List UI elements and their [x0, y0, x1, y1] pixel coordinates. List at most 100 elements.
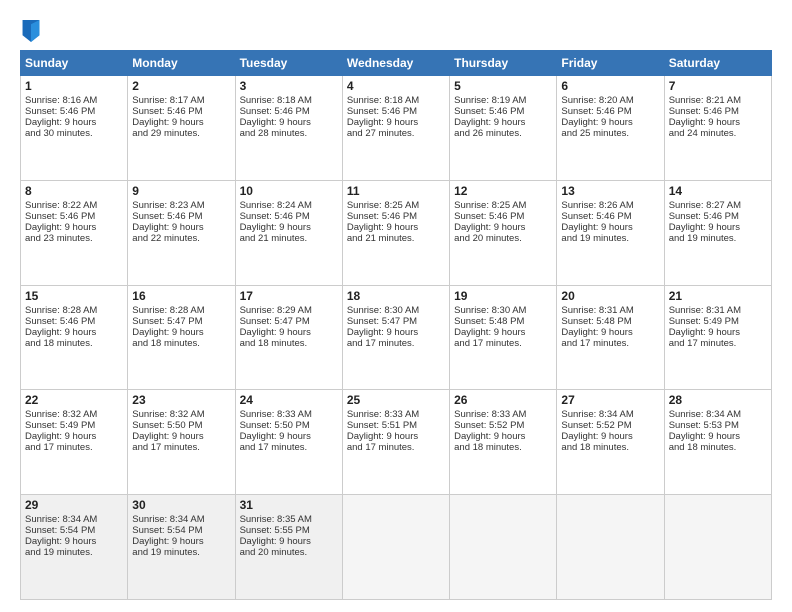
day-info: Sunrise: 8:24 AM — [240, 200, 338, 211]
day-info: Sunrise: 8:31 AM — [561, 305, 659, 316]
day-info: Daylight: 9 hours — [347, 117, 445, 128]
day-info: Daylight: 9 hours — [561, 431, 659, 442]
day-number: 26 — [454, 393, 552, 407]
day-number: 15 — [25, 289, 123, 303]
calendar-cell: 8Sunrise: 8:22 AMSunset: 5:46 PMDaylight… — [21, 180, 128, 285]
day-info: Daylight: 9 hours — [240, 536, 338, 547]
day-info: Daylight: 9 hours — [454, 327, 552, 338]
day-info: and 18 minutes. — [561, 442, 659, 453]
day-info: Sunset: 5:46 PM — [454, 106, 552, 117]
day-info: Daylight: 9 hours — [132, 327, 230, 338]
day-number: 6 — [561, 79, 659, 93]
day-number: 14 — [669, 184, 767, 198]
day-info: Sunset: 5:49 PM — [669, 316, 767, 327]
day-info: Sunrise: 8:22 AM — [25, 200, 123, 211]
day-info: and 19 minutes. — [25, 547, 123, 558]
header-cell-monday: Monday — [128, 51, 235, 76]
calendar-cell: 17Sunrise: 8:29 AMSunset: 5:47 PMDayligh… — [235, 285, 342, 390]
day-info: and 18 minutes. — [669, 442, 767, 453]
day-number: 30 — [132, 498, 230, 512]
day-info: Sunset: 5:52 PM — [561, 420, 659, 431]
day-number: 4 — [347, 79, 445, 93]
day-info: Sunrise: 8:33 AM — [347, 409, 445, 420]
day-info: Sunset: 5:52 PM — [454, 420, 552, 431]
day-info: Daylight: 9 hours — [347, 327, 445, 338]
day-info: Sunrise: 8:34 AM — [25, 514, 123, 525]
calendar-header: SundayMondayTuesdayWednesdayThursdayFrid… — [21, 51, 772, 76]
day-info: Sunrise: 8:19 AM — [454, 95, 552, 106]
calendar-week-4: 29Sunrise: 8:34 AMSunset: 5:54 PMDayligh… — [21, 495, 772, 600]
calendar-cell: 9Sunrise: 8:23 AMSunset: 5:46 PMDaylight… — [128, 180, 235, 285]
day-info: Sunrise: 8:26 AM — [561, 200, 659, 211]
calendar-cell: 21Sunrise: 8:31 AMSunset: 5:49 PMDayligh… — [664, 285, 771, 390]
day-info: Sunset: 5:50 PM — [132, 420, 230, 431]
calendar-cell: 27 Sunrise: 8:34 AMSunset: 5:52 PMDayligh… — [557, 390, 664, 495]
calendar-body: 1Sunrise: 8:16 AMSunset: 5:46 PMDaylight… — [21, 76, 772, 600]
calendar-cell: 10Sunrise: 8:24 AMSunset: 5:46 PMDayligh… — [235, 180, 342, 285]
day-info: and 26 minutes. — [454, 128, 552, 139]
day-info: and 19 minutes. — [561, 233, 659, 244]
day-info: Sunset: 5:47 PM — [240, 316, 338, 327]
day-info: and 27 minutes. — [347, 128, 445, 139]
day-number: 27 — [561, 393, 659, 407]
day-info: Sunset: 5:48 PM — [561, 316, 659, 327]
day-info: Sunrise: 8:16 AM — [25, 95, 123, 106]
day-info: Daylight: 9 hours — [132, 431, 230, 442]
calendar-cell — [664, 495, 771, 600]
day-info: and 20 minutes. — [454, 233, 552, 244]
day-info: Sunrise: 8:25 AM — [454, 200, 552, 211]
day-info: Sunset: 5:49 PM — [25, 420, 123, 431]
day-number: 28 — [669, 393, 767, 407]
day-info: Sunrise: 8:20 AM — [561, 95, 659, 106]
calendar-cell: 26Sunrise: 8:33 AMSunset: 5:52 PMDayligh… — [450, 390, 557, 495]
day-info: Sunrise: 8:34 AM — [669, 409, 767, 420]
day-number: 8 — [25, 184, 123, 198]
day-info: Sunrise: 8:34 AM — [132, 514, 230, 525]
day-number: 12 — [454, 184, 552, 198]
day-info: Sunrise: 8:28 AM — [25, 305, 123, 316]
day-info: Sunset: 5:46 PM — [25, 106, 123, 117]
day-info: and 18 minutes. — [132, 338, 230, 349]
day-number: 31 — [240, 498, 338, 512]
day-info: and 17 minutes. — [347, 338, 445, 349]
day-info: Sunrise: 8:28 AM — [132, 305, 230, 316]
day-info: Sunset: 5:55 PM — [240, 525, 338, 536]
day-number: 3 — [240, 79, 338, 93]
day-number: 7 — [669, 79, 767, 93]
day-number: 22 — [25, 393, 123, 407]
day-info: and 19 minutes. — [669, 233, 767, 244]
day-number: 19 — [454, 289, 552, 303]
day-info: Sunset: 5:48 PM — [454, 316, 552, 327]
calendar-cell: 23Sunrise: 8:32 AMSunset: 5:50 PMDayligh… — [128, 390, 235, 495]
day-info: Sunrise: 8:34 AM — [561, 409, 659, 420]
day-info: Sunset: 5:46 PM — [132, 211, 230, 222]
calendar-cell: 20Sunrise: 8:31 AMSunset: 5:48 PMDayligh… — [557, 285, 664, 390]
header-row: SundayMondayTuesdayWednesdayThursdayFrid… — [21, 51, 772, 76]
day-info: Daylight: 9 hours — [669, 222, 767, 233]
header-cell-wednesday: Wednesday — [342, 51, 449, 76]
day-number: 5 — [454, 79, 552, 93]
day-info: Sunset: 5:46 PM — [132, 106, 230, 117]
day-info: Daylight: 9 hours — [561, 327, 659, 338]
calendar-cell: 16Sunrise: 8:28 AMSunset: 5:47 PMDayligh… — [128, 285, 235, 390]
day-info: and 28 minutes. — [240, 128, 338, 139]
logo-icon — [22, 20, 40, 42]
calendar-cell: 3Sunrise: 8:18 AMSunset: 5:46 PMDaylight… — [235, 76, 342, 181]
day-info: Daylight: 9 hours — [669, 327, 767, 338]
calendar-cell: 30Sunrise: 8:34 AMSunset: 5:54 PMDayligh… — [128, 495, 235, 600]
calendar-cell: 12Sunrise: 8:25 AMSunset: 5:46 PMDayligh… — [450, 180, 557, 285]
day-info: and 18 minutes. — [454, 442, 552, 453]
day-info: Sunset: 5:46 PM — [347, 211, 445, 222]
day-info: and 18 minutes. — [240, 338, 338, 349]
calendar-cell: 19Sunrise: 8:30 AMSunset: 5:48 PMDayligh… — [450, 285, 557, 390]
day-info: and 21 minutes. — [347, 233, 445, 244]
page: SundayMondayTuesdayWednesdayThursdayFrid… — [0, 0, 792, 612]
day-info: Daylight: 9 hours — [25, 327, 123, 338]
day-info: Sunset: 5:46 PM — [240, 211, 338, 222]
day-info: Daylight: 9 hours — [240, 327, 338, 338]
day-number: 23 — [132, 393, 230, 407]
calendar-cell: 7Sunrise: 8:21 AMSunset: 5:46 PMDaylight… — [664, 76, 771, 181]
calendar-cell — [557, 495, 664, 600]
day-number: 1 — [25, 79, 123, 93]
day-info: Sunrise: 8:33 AM — [454, 409, 552, 420]
